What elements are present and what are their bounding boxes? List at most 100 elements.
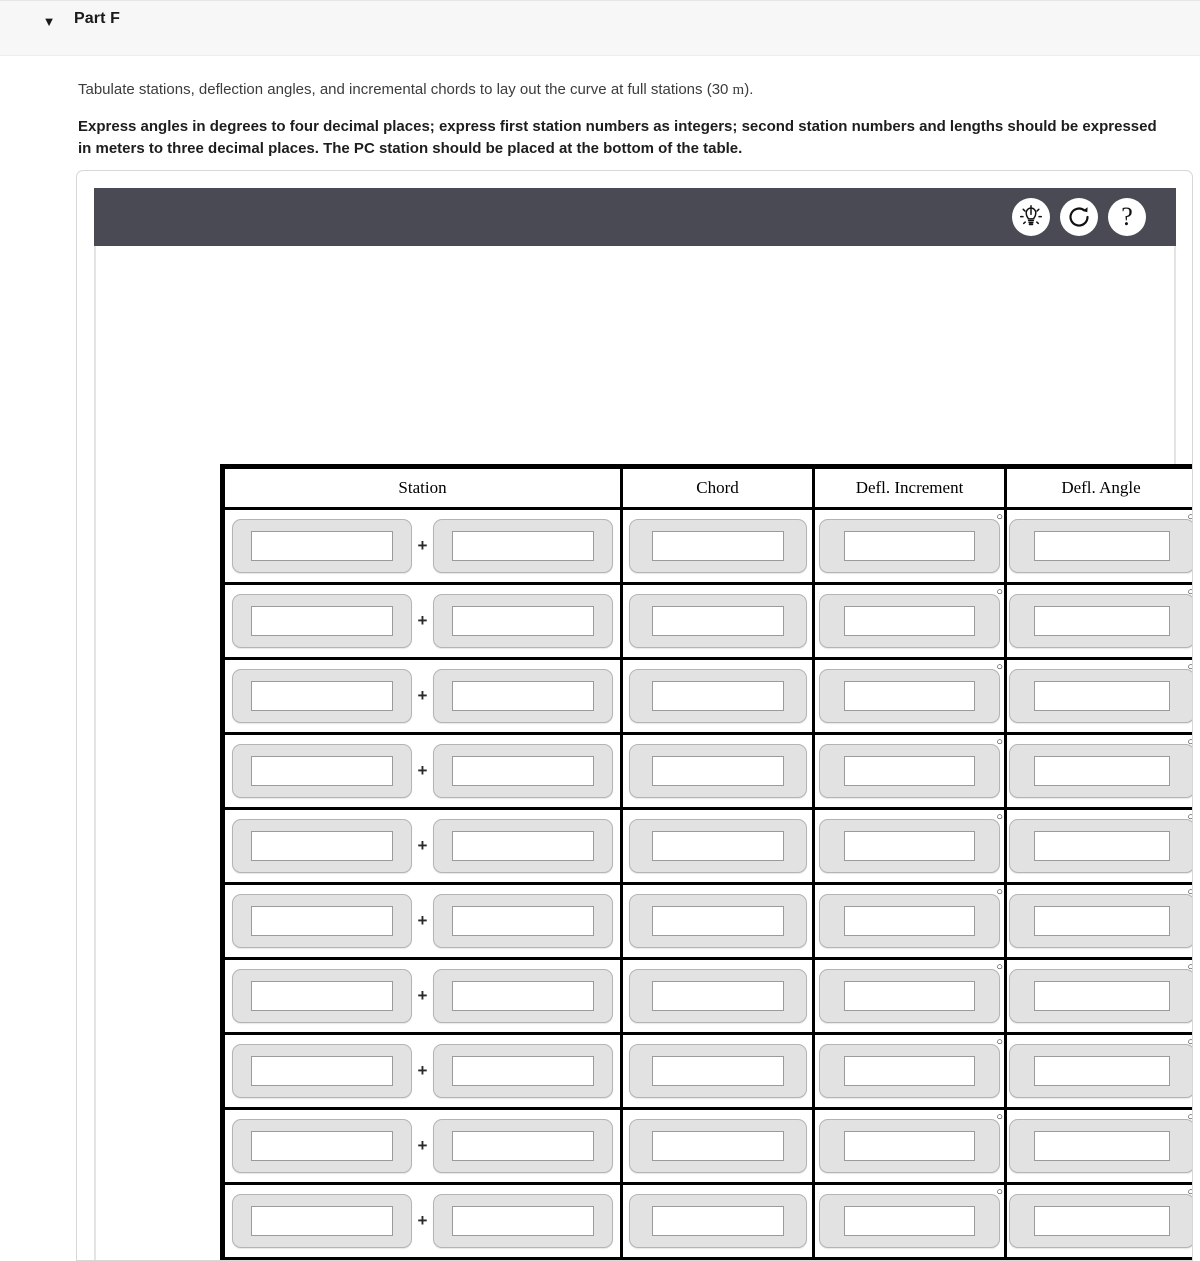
station-second-input[interactable] [452,531,595,561]
station-first-input[interactable] [250,681,393,711]
station-first-answer-box[interactable] [231,519,412,573]
station-first-answer-box[interactable] [231,1044,412,1098]
station-first-input[interactable] [250,606,393,636]
defl-increment-input[interactable] [844,981,975,1011]
station-second-input[interactable] [452,906,595,936]
station-first-input[interactable] [250,1206,393,1236]
defl-increment-input[interactable] [844,831,975,861]
station-second-input[interactable] [452,1206,595,1236]
station-second-answer-box[interactable] [433,1044,614,1098]
station-second-answer-box[interactable] [433,1119,614,1173]
defl-angle-answer-box[interactable] [1009,519,1192,573]
reset-button[interactable] [1060,198,1098,236]
station-second-answer-box[interactable] [433,969,614,1023]
triangle-down-icon[interactable]: ▼ [40,13,58,31]
chord-input[interactable] [651,906,784,936]
chord-input[interactable] [651,1056,784,1086]
defl-angle-input[interactable] [1034,1056,1170,1086]
defl-increment-input[interactable] [844,1056,975,1086]
help-button[interactable]: ? [1108,198,1146,236]
station-second-answer-box[interactable] [433,1194,614,1248]
chord-answer-box[interactable] [628,519,807,573]
chord-answer-box[interactable] [628,969,807,1023]
defl-angle-answer-box[interactable] [1009,744,1192,798]
station-first-answer-box[interactable] [231,594,412,648]
defl-increment-answer-box[interactable] [819,594,1000,648]
defl-increment-answer-box[interactable] [819,744,1000,798]
chord-answer-box[interactable] [628,819,807,873]
station-second-input[interactable] [452,981,595,1011]
defl-angle-answer-box[interactable] [1009,1044,1192,1098]
chord-input[interactable] [651,606,784,636]
chord-answer-box[interactable] [628,1194,807,1248]
station-second-input[interactable] [452,831,595,861]
defl-angle-input[interactable] [1034,831,1170,861]
defl-increment-answer-box[interactable] [819,819,1000,873]
station-second-answer-box[interactable] [433,744,614,798]
chord-answer-box[interactable] [628,669,807,723]
station-first-answer-box[interactable] [231,894,412,948]
defl-increment-input[interactable] [844,756,975,786]
defl-increment-input[interactable] [844,1206,975,1236]
chord-answer-box[interactable] [628,894,807,948]
chord-input[interactable] [651,981,784,1011]
defl-angle-input[interactable] [1034,531,1170,561]
defl-increment-input[interactable] [844,681,975,711]
defl-angle-answer-box[interactable] [1009,1194,1192,1248]
defl-increment-answer-box[interactable] [819,1119,1000,1173]
defl-increment-input[interactable] [844,531,975,561]
defl-increment-answer-box[interactable] [819,969,1000,1023]
defl-angle-answer-box[interactable] [1009,819,1192,873]
defl-increment-answer-box[interactable] [819,1044,1000,1098]
defl-angle-answer-box[interactable] [1009,969,1192,1023]
defl-angle-input[interactable] [1034,906,1170,936]
station-second-input[interactable] [452,1131,595,1161]
chord-input[interactable] [651,531,784,561]
station-second-input[interactable] [452,756,595,786]
defl-angle-input[interactable] [1034,1206,1170,1236]
station-first-input[interactable] [250,906,393,936]
station-second-answer-box[interactable] [433,669,614,723]
station-first-answer-box[interactable] [231,819,412,873]
station-second-answer-box[interactable] [433,894,614,948]
station-first-input[interactable] [250,831,393,861]
station-first-input[interactable] [250,981,393,1011]
defl-angle-input[interactable] [1034,606,1170,636]
station-second-input[interactable] [452,681,595,711]
chord-input[interactable] [651,756,784,786]
defl-increment-input[interactable] [844,606,975,636]
defl-angle-input[interactable] [1034,1131,1170,1161]
defl-increment-answer-box[interactable] [819,1194,1000,1248]
station-first-input[interactable] [250,756,393,786]
defl-angle-input[interactable] [1034,681,1170,711]
station-first-answer-box[interactable] [231,1119,412,1173]
defl-angle-answer-box[interactable] [1009,1119,1192,1173]
defl-increment-answer-box[interactable] [819,669,1000,723]
defl-increment-answer-box[interactable] [819,519,1000,573]
defl-increment-input[interactable] [844,1131,975,1161]
chord-answer-box[interactable] [628,1044,807,1098]
station-second-input[interactable] [452,1056,595,1086]
station-first-input[interactable] [250,1131,393,1161]
defl-angle-input[interactable] [1034,756,1170,786]
chord-answer-box[interactable] [628,1119,807,1173]
defl-increment-answer-box[interactable] [819,894,1000,948]
chord-input[interactable] [651,831,784,861]
chord-input[interactable] [651,681,784,711]
station-second-answer-box[interactable] [433,594,614,648]
defl-increment-input[interactable] [844,906,975,936]
station-second-input[interactable] [452,606,595,636]
defl-angle-answer-box[interactable] [1009,594,1192,648]
chord-answer-box[interactable] [628,744,807,798]
chord-input[interactable] [651,1131,784,1161]
station-first-answer-box[interactable] [231,969,412,1023]
station-first-input[interactable] [250,531,393,561]
station-first-answer-box[interactable] [231,744,412,798]
chord-answer-box[interactable] [628,594,807,648]
station-second-answer-box[interactable] [433,819,614,873]
station-first-answer-box[interactable] [231,1194,412,1248]
station-second-answer-box[interactable] [433,519,614,573]
hint-button[interactable] [1012,198,1050,236]
defl-angle-answer-box[interactable] [1009,669,1192,723]
defl-angle-input[interactable] [1034,981,1170,1011]
